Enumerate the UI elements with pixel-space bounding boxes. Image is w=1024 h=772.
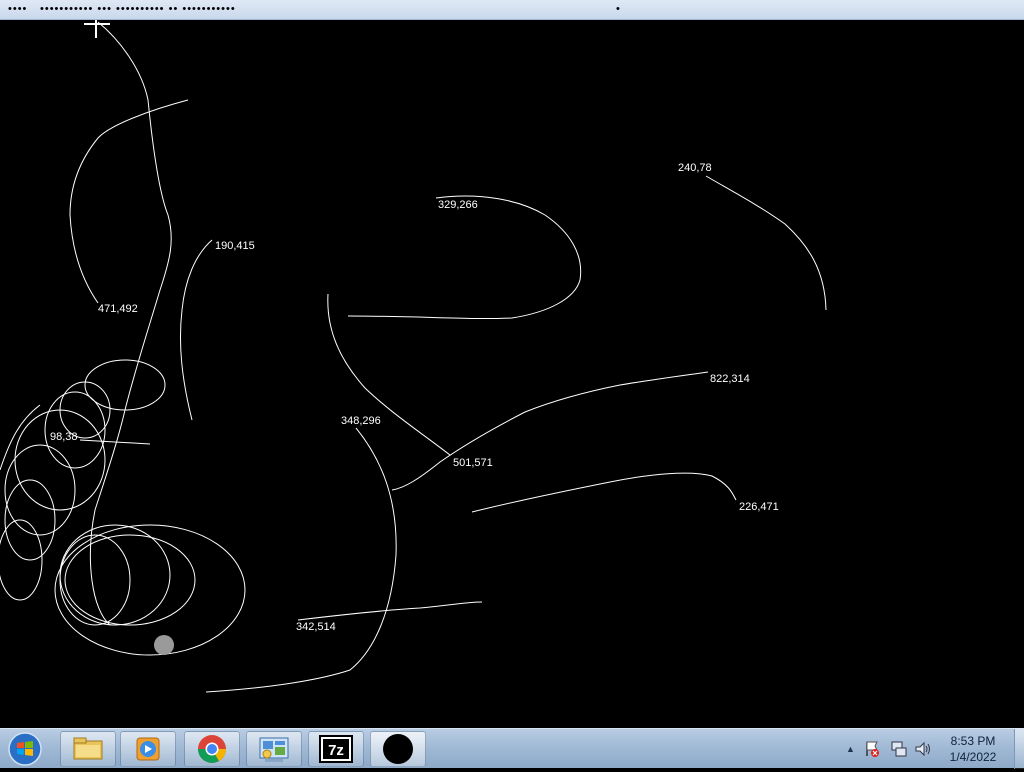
trail-path [327,293,451,456]
network-icon[interactable] [890,740,908,758]
coordinate-label: 471,492 [98,303,138,315]
svg-text:7z: 7z [328,742,344,759]
taskbar: 7z ▲ 8:53 PM 1/4/2022 [0,728,1024,769]
coordinate-label: 329,266 [438,199,478,211]
coordinate-label: 822,314 [710,373,750,385]
trail-path [179,239,213,421]
action-center-flag-icon[interactable] [864,740,880,758]
7zip-icon: 7z [319,735,353,763]
black-circle-icon [383,734,413,764]
trail-loop [14,409,106,511]
taskbar-windows-explorer[interactable] [60,731,116,767]
window-title-bar[interactable]: •••• ••••••••••• ••• •••••••••• •• •••••… [0,0,1024,20]
trail-path [391,371,709,491]
folder-icon [73,737,103,760]
taskbar-7zip[interactable]: 7z [308,731,364,767]
start-button[interactable] [4,731,46,767]
title-segment-3: • [616,3,621,15]
system-clock[interactable]: 8:53 PM 1/4/2022 [930,733,1016,765]
show-hidden-icons-arrow[interactable]: ▲ [846,744,855,754]
trail-loop [59,381,111,439]
coordinate-label: 190,415 [215,240,255,252]
trail-path [69,99,189,304]
trail-loop [54,524,246,656]
media-player-icon [136,737,160,761]
gray-dot-marker [154,635,174,655]
chrome-icon [198,735,226,763]
trail-loop [59,534,131,626]
coordinate-label: 240,78 [678,162,712,174]
control-panel-icon [259,737,289,762]
coordinate-label: 342,514 [296,621,336,633]
trail-loop [59,524,171,626]
coordinate-label: 348,296 [341,415,381,427]
taskbar-media-player[interactable] [120,731,176,767]
trail-path [471,472,737,513]
clock-time: 8:53 PM [950,734,996,748]
drawing-canvas[interactable]: 471,492 190,415 329,266 240,78 822,314 3… [0,20,1024,728]
coordinate-label: 226,471 [739,501,779,513]
show-desktop-button[interactable] [1014,729,1024,769]
trail-path [705,175,827,311]
coordinate-label: 98,38 [50,431,78,443]
trail-loop [4,479,56,561]
taskbar-chrome[interactable] [184,731,240,767]
title-segment-2: ••••••••••• ••• •••••••••• •• ••••••••••… [40,3,236,15]
coordinate-label: 501,571 [453,457,493,469]
trail-path [347,195,582,320]
mouse-trail-drawing [0,20,827,693]
trail-path [297,601,483,621]
taskbar-black-circle-app[interactable] [370,731,426,767]
windows-logo-icon [8,732,42,766]
trail-loop [4,444,76,536]
taskbar-control-panel[interactable] [246,731,302,767]
clock-date: 1/4/2022 [949,750,997,764]
title-segment-1: •••• [8,3,28,15]
